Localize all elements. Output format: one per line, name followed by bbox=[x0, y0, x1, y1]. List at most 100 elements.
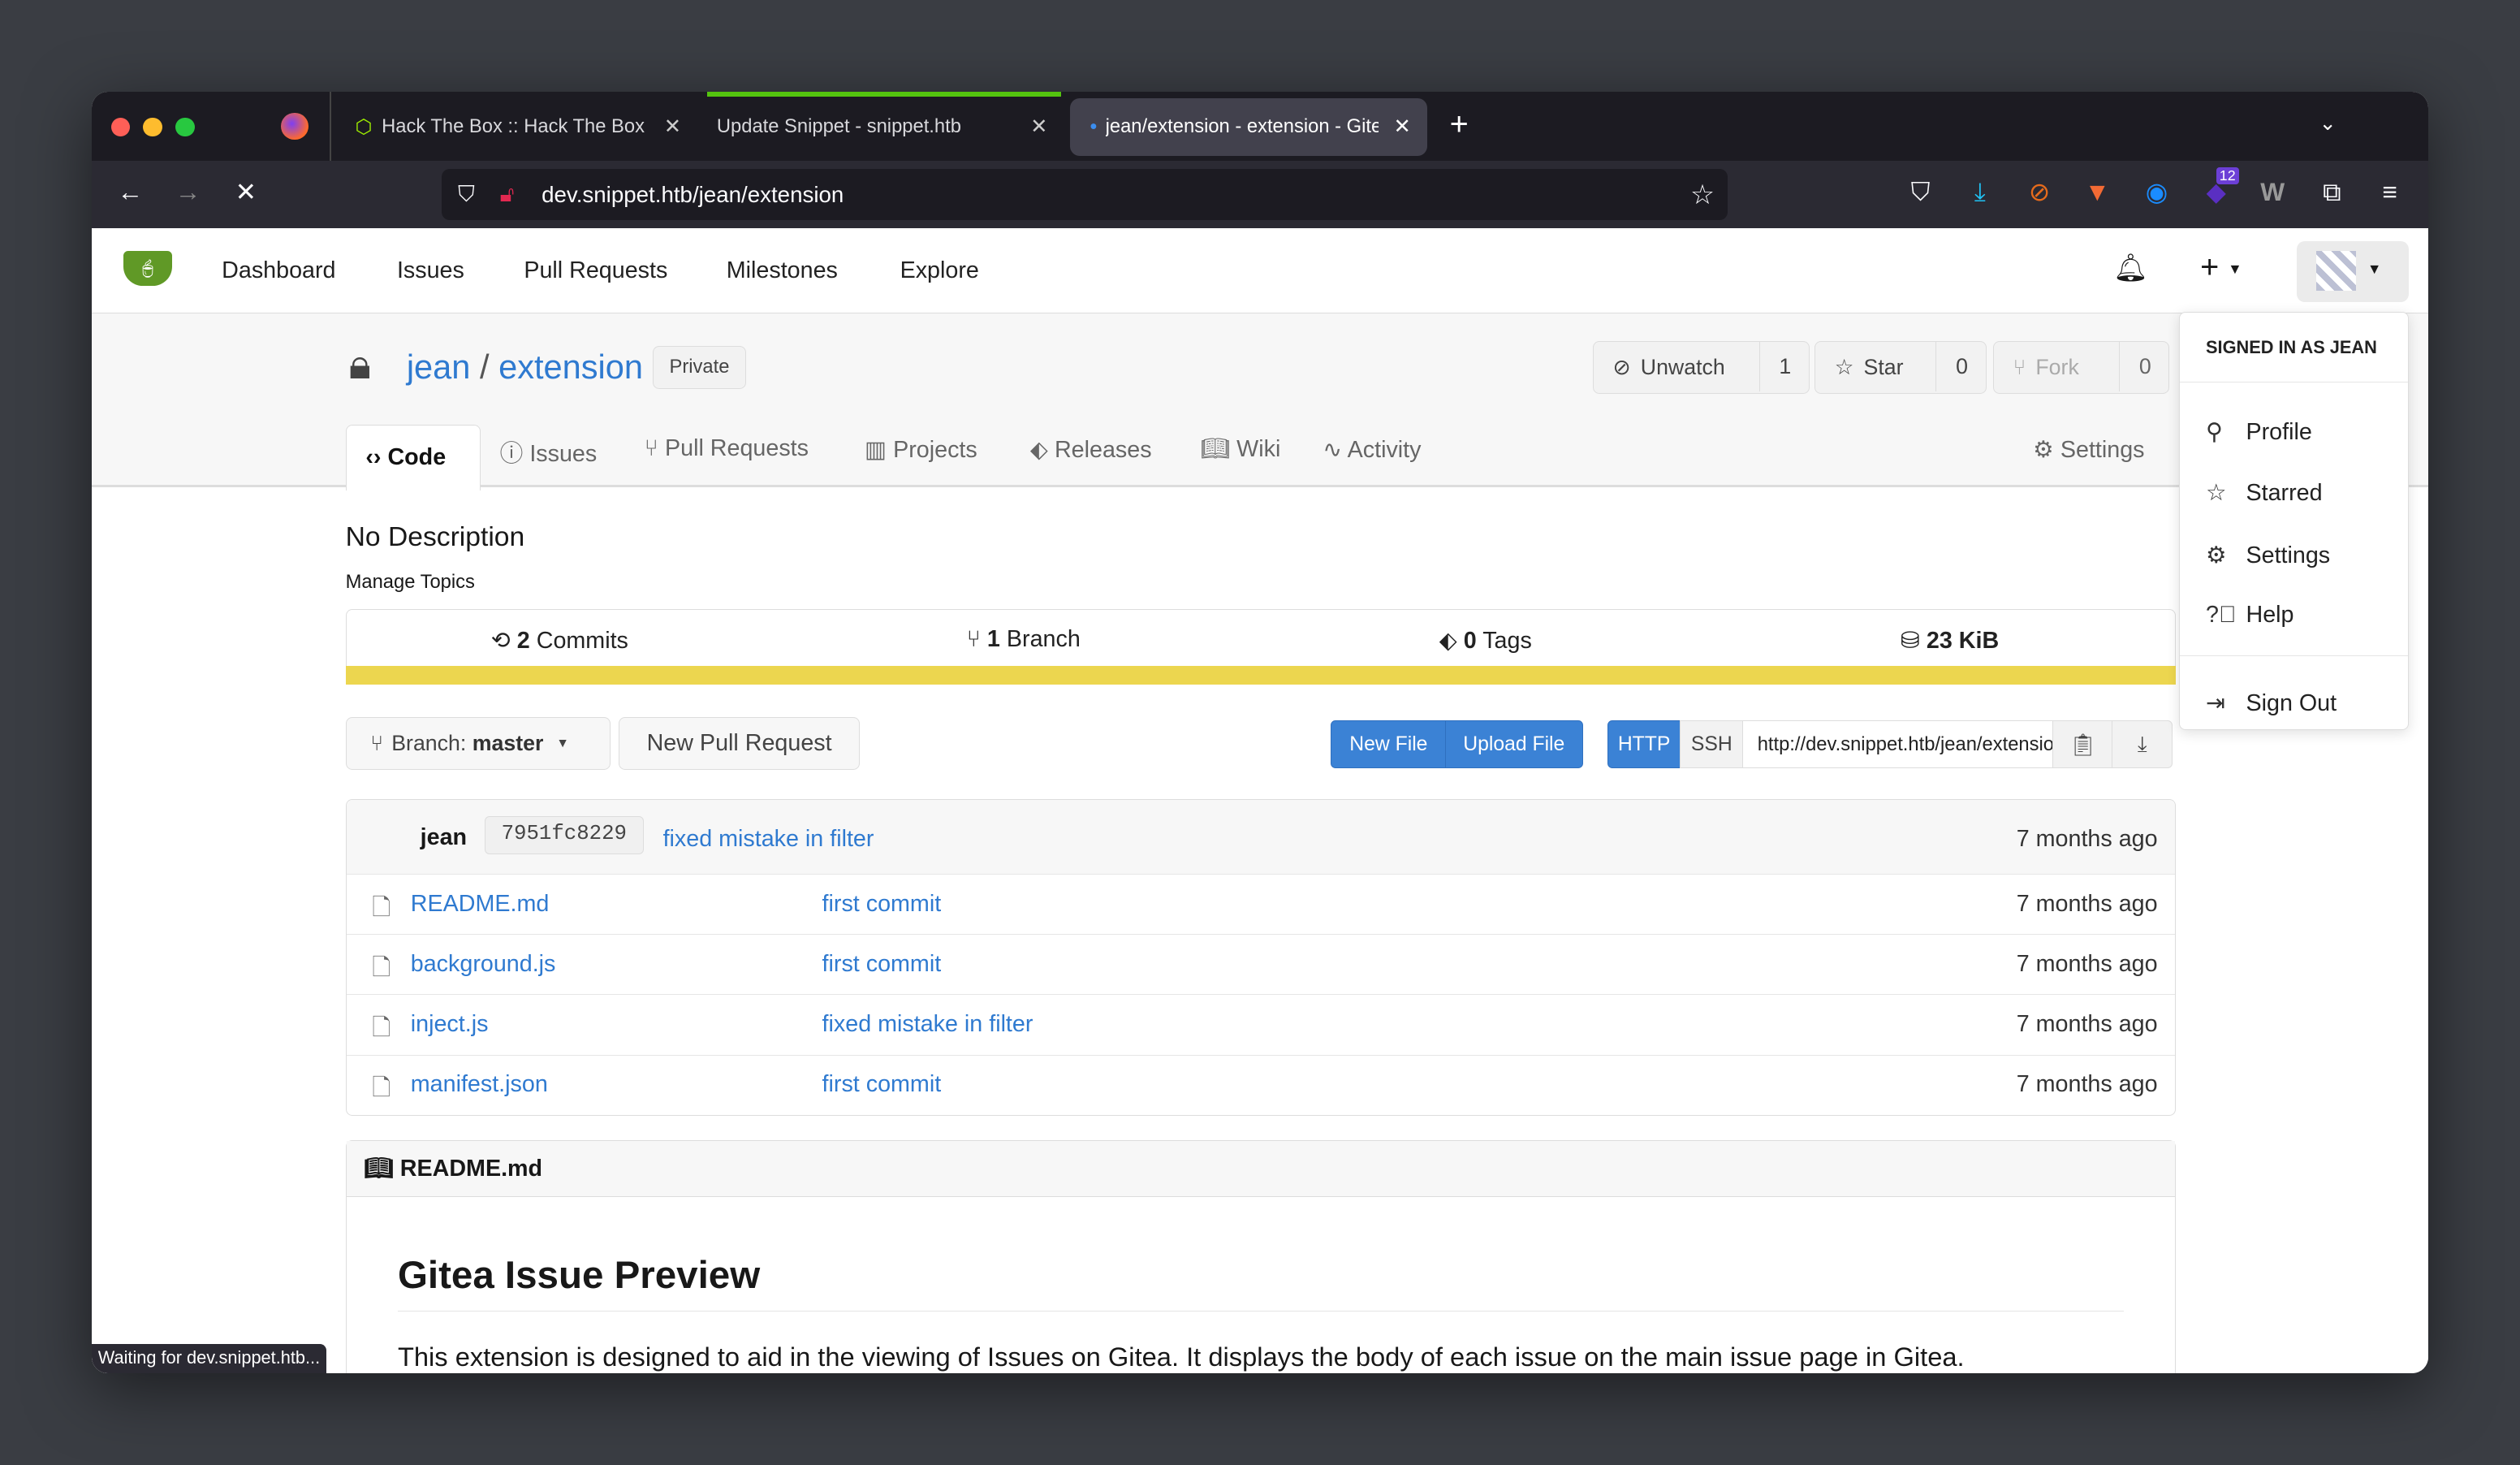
book-icon: 📖︎ bbox=[1200, 436, 1231, 463]
upload-file-button[interactable]: Upload File bbox=[1444, 720, 1583, 769]
insecure-lock-icon[interactable]: 🔓︎ bbox=[500, 181, 515, 208]
menu-sign-out[interactable]: ⇥ Sign Out bbox=[2206, 689, 2337, 717]
htb-cube-icon: ⬡ bbox=[355, 115, 373, 138]
gitea-logo-icon[interactable]: 🍵︎ bbox=[123, 250, 172, 287]
commit-author[interactable]: jean bbox=[421, 824, 467, 851]
repo-description: No Description bbox=[345, 522, 525, 553]
stacked-extension-icon[interactable]: ◆ 12 bbox=[2200, 166, 2239, 207]
file-time: 7 months ago bbox=[2016, 890, 2158, 917]
menu-hamburger-icon[interactable]: ≡ bbox=[2374, 177, 2406, 207]
ssh-clone-button[interactable]: SSH bbox=[1679, 720, 1744, 769]
unwatch-label: Unwatch bbox=[1640, 354, 1725, 379]
tag-icon: ⬖ bbox=[1439, 628, 1457, 655]
tab-update-snippet[interactable]: Update Snippet - snippet.htb ✕ bbox=[697, 98, 1064, 156]
tab-projects[interactable]: ▥ Projects bbox=[865, 435, 977, 464]
file-name-link[interactable]: inject.js bbox=[411, 1011, 489, 1038]
wappalyzer-icon[interactable]: W bbox=[2256, 177, 2289, 207]
new-file-button[interactable]: New File bbox=[1331, 720, 1447, 769]
password-manager-icon[interactable]: ◉ bbox=[2141, 177, 2173, 207]
minimize-window-button[interactable] bbox=[143, 117, 162, 137]
http-clone-button[interactable]: HTTP bbox=[1607, 720, 1681, 769]
back-icon[interactable]: ← bbox=[114, 177, 147, 207]
create-new-plus-icon[interactable]: + ▼ bbox=[2200, 249, 2242, 286]
file-icon: 🗋︎ bbox=[372, 1075, 391, 1102]
close-tab-icon[interactable]: ✕ bbox=[1394, 115, 1412, 139]
commit-message[interactable]: fixed mistake in filter bbox=[663, 826, 874, 853]
url-text[interactable]: dev.snippet.htb/jean/extension bbox=[542, 182, 844, 208]
fork-count[interactable]: 0 bbox=[2119, 341, 2170, 391]
tab-code[interactable]: ‹› Code bbox=[345, 424, 481, 490]
branches-link[interactable]: ⑂ 1 Branch bbox=[967, 626, 1081, 653]
menu-starred[interactable]: ☆ Starred bbox=[2206, 478, 2323, 507]
language-bar[interactable] bbox=[345, 665, 2177, 685]
download-archive-icon[interactable]: ⤓ bbox=[2112, 720, 2173, 769]
watch-count[interactable]: 1 bbox=[1758, 341, 1810, 391]
eye-slash-icon: ⊘ bbox=[1612, 354, 1631, 379]
tools-icon: ⚙︎ bbox=[2033, 437, 2054, 464]
nav-milestones[interactable]: Milestones bbox=[727, 257, 838, 284]
url-bar[interactable]: ⛉ 🔓︎ dev.snippet.htb/jean/extension ☆ bbox=[442, 168, 1728, 221]
file-commit-link[interactable]: first commit bbox=[822, 951, 942, 978]
nav-issues[interactable]: Issues bbox=[397, 257, 464, 284]
tab-wiki[interactable]: 📖︎ Wiki bbox=[1201, 435, 1281, 463]
close-tab-icon[interactable]: ✕ bbox=[664, 115, 682, 139]
star-count[interactable]: 0 bbox=[1935, 341, 1987, 391]
extension-blocked-fox-icon[interactable]: ⊘ bbox=[2023, 177, 2056, 207]
file-commit-link[interactable]: fixed mistake in filter bbox=[822, 1011, 1033, 1038]
close-window-button[interactable] bbox=[110, 117, 131, 137]
extensions-puzzle-icon[interactable]: ⧉ bbox=[2316, 177, 2349, 208]
forward-icon[interactable]: → bbox=[172, 177, 205, 207]
list-tabs-chevron-icon[interactable]: ⌄ bbox=[2319, 111, 2337, 136]
menu-settings[interactable]: ⚙︎ Settings bbox=[2206, 541, 2330, 569]
commit-sha[interactable]: 7951fc8229 bbox=[484, 815, 644, 855]
bookmark-star-icon[interactable]: ☆ bbox=[1690, 179, 1715, 211]
pocket-icon[interactable]: ⛉ bbox=[1905, 177, 1937, 208]
pulse-icon: ∿ bbox=[1323, 437, 1343, 464]
user-dropdown-menu: SIGNED IN AS JEAN ⚲ Profile ☆ Starred ⚙︎ Se… bbox=[2179, 312, 2410, 730]
manage-topics-link[interactable]: Manage Topics bbox=[346, 571, 475, 594]
tags-link[interactable]: ⬖ 0 Tags bbox=[1439, 626, 1532, 655]
downloads-icon[interactable]: ⤓ bbox=[1964, 177, 1996, 208]
tab-gitea-active[interactable]: ● jean/extension - extension - Gitea ✕ bbox=[1070, 97, 1427, 156]
file-name-link[interactable]: README.md bbox=[411, 891, 550, 918]
copy-clipboard-icon[interactable]: 📋︎ bbox=[2052, 720, 2114, 769]
maximize-window-button[interactable] bbox=[175, 117, 195, 137]
foxyproxy-icon[interactable]: ▼ bbox=[2082, 177, 2114, 207]
tab-settings[interactable]: ⚙︎ Settings bbox=[2033, 435, 2144, 464]
user-avatar-button[interactable]: ▼ bbox=[2296, 240, 2410, 303]
nav-pull-requests[interactable]: Pull Requests bbox=[524, 257, 667, 284]
star-button[interactable]: ☆ Star 0 bbox=[1814, 340, 1987, 394]
new-pull-request-button[interactable]: New Pull Request bbox=[619, 716, 861, 771]
file-commit-link[interactable]: first commit bbox=[822, 1071, 942, 1098]
file-name-link[interactable]: manifest.json bbox=[411, 1071, 548, 1098]
database-icon: ⛁ bbox=[1900, 628, 1920, 655]
latest-commit-row: jean 7951fc8229 fixed mistake in filter … bbox=[346, 799, 2176, 874]
tab-label: Pull Requests bbox=[665, 435, 809, 462]
tab-issues[interactable]: ⓘ Issues bbox=[500, 435, 598, 469]
file-icon: 🗋︎ bbox=[372, 894, 391, 921]
file-commit-link[interactable]: first commit bbox=[822, 891, 942, 918]
nav-dashboard[interactable]: Dashboard bbox=[222, 257, 335, 284]
stop-loading-icon[interactable]: ✕ bbox=[230, 177, 262, 207]
menu-profile[interactable]: ⚲ Profile bbox=[2206, 417, 2312, 446]
notifications-bell-icon[interactable]: 🔔︎ bbox=[2113, 253, 2148, 284]
menu-help[interactable]: ?⃝ Help bbox=[2206, 602, 2293, 629]
fork-icon: ⑂ bbox=[2013, 354, 2026, 379]
tab-activity[interactable]: ∿ Activity bbox=[1323, 435, 1421, 464]
unwatch-button[interactable]: ⊘ Unwatch 1 bbox=[1592, 340, 1810, 394]
fork-button[interactable]: ⑂ Fork 0 bbox=[1992, 340, 2170, 394]
close-tab-icon[interactable]: ✕ bbox=[1030, 115, 1048, 139]
tab-releases[interactable]: ⬖ Releases bbox=[1030, 435, 1152, 464]
tab-hackthebox[interactable]: ⬡ Hack The Box :: Hack The Box ✕ bbox=[336, 98, 697, 156]
commits-link[interactable]: ⟲ 2 Commits bbox=[491, 626, 628, 655]
nav-explore[interactable]: Explore bbox=[900, 257, 979, 284]
repo-owner-link[interactable]: jean bbox=[407, 348, 471, 386]
shield-icon[interactable]: ⛉ bbox=[458, 181, 475, 208]
file-name-link[interactable]: background.js bbox=[411, 951, 556, 978]
clone-url-input[interactable]: http://dev.snippet.htb/jean/extension.gi… bbox=[1741, 720, 2054, 769]
repo-name-link[interactable]: extension bbox=[498, 348, 643, 386]
branch-selector[interactable]: ⑂ Branch: master ▼ bbox=[345, 716, 611, 771]
new-tab-icon[interactable]: + bbox=[1450, 106, 1469, 143]
file-time: 7 months ago bbox=[2016, 1011, 2158, 1038]
tab-pull-requests[interactable]: ⑂ Pull Requests bbox=[645, 435, 809, 462]
